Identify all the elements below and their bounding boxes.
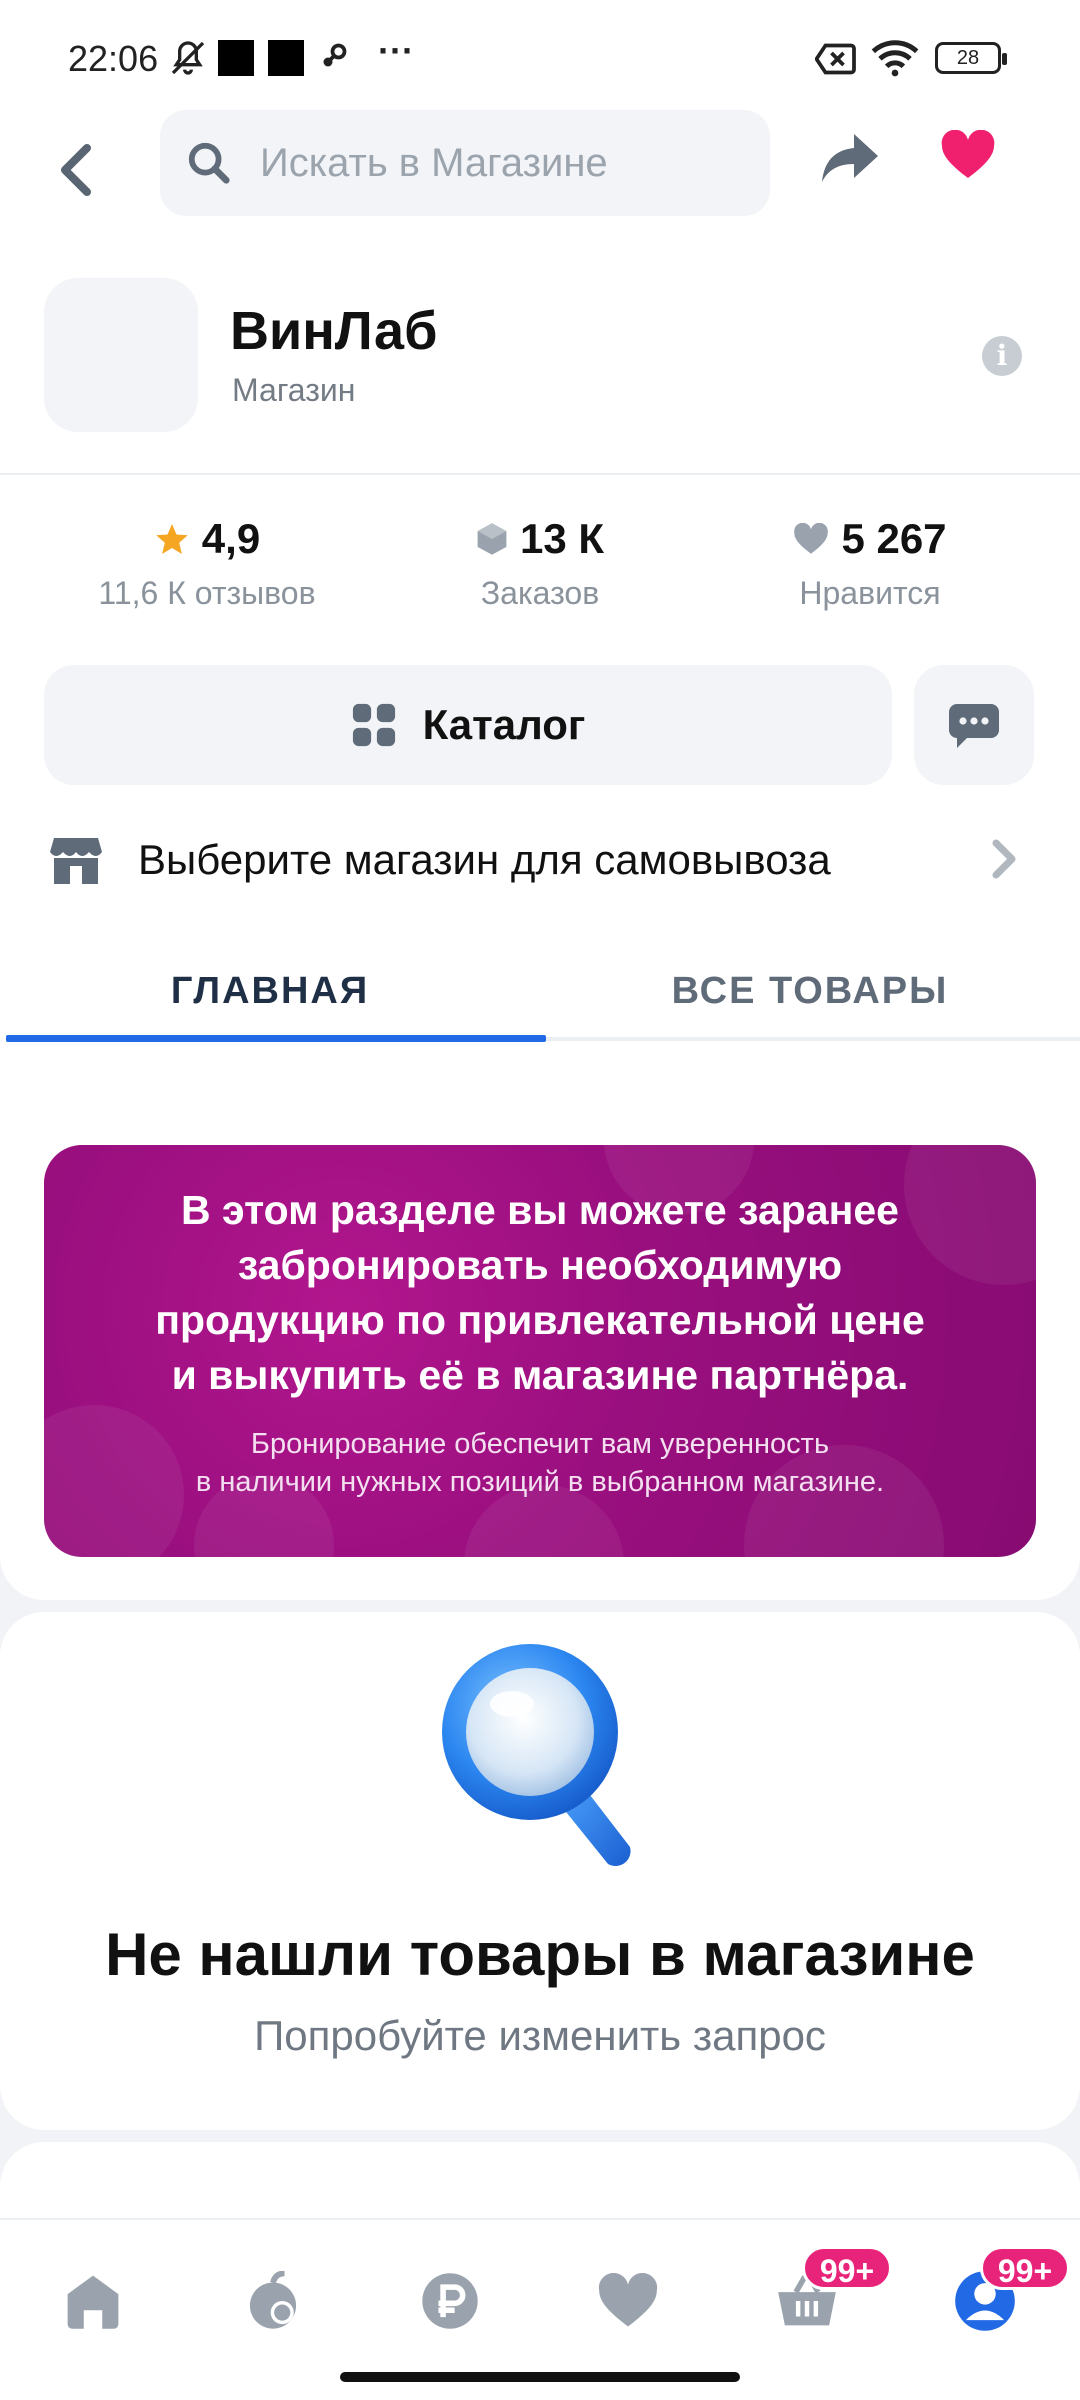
likes-label: Нравится [799,575,941,611]
empty-state-title: Не нашли товары в магазине [105,1921,975,1988]
empty-state: Не нашли товары в магазине Попробуйте из… [0,1612,1080,2130]
profile-badge: 99+ [980,2246,1070,2290]
favorite-button[interactable] [940,129,1010,200]
notification-square-icon [218,40,254,76]
wifi-icon [871,40,919,77]
heart-icon [794,523,829,554]
shop-logo [44,278,198,432]
back-button[interactable] [45,130,105,210]
empty-state-subtitle: Попробуйте изменить запрос [254,2012,826,2059]
home-indicator [340,2372,740,2382]
tab-main[interactable]: ГЛАВНАЯ [0,970,540,1013]
likes-value: 5 267 [841,515,947,562]
no-sim-icon [815,43,856,75]
catalog-label: Каталог [422,701,586,748]
home-icon [67,2275,119,2329]
shop-type: Магазин [232,372,356,408]
heart-icon [598,2273,658,2327]
main-section: В этом разделе вы можете заранее заброни… [0,1045,1080,1600]
nav-home[interactable] [48,2256,138,2346]
back-arrow-icon [61,144,91,196]
rating-value: 4,9 [201,515,261,562]
nav-catalog[interactable] [228,2256,318,2346]
orders-label: Заказов [480,575,600,611]
box-icon [477,523,507,555]
notification-square-icon [268,40,304,76]
rating-stat[interactable]: 4,9 11,6 К отзывов [42,515,372,612]
chat-icon [949,704,999,748]
chevron-right-icon [992,839,1016,879]
search-icon [184,138,234,188]
share-button[interactable] [820,130,890,200]
pickup-label: Выберите магазин для самовывоза [138,836,831,883]
ruble-icon [422,2273,478,2329]
catalog-button[interactable]: Каталог [44,665,892,785]
search-placeholder: Искать в Магазине [260,140,608,185]
share-icon [822,134,878,182]
grid-icon [352,703,395,747]
heart-icon [941,129,995,178]
banner-title: В этом разделе вы можете заранее заброни… [155,1187,925,1398]
header: Искать в Магазине [0,110,1080,250]
likes-stat: 5 267 Нравится [705,515,1035,612]
shop-stats: 4,9 11,6 К отзывов 13 К Заказов 5 267 Нр… [0,475,1080,665]
search-input[interactable]: Искать в Магазине [160,110,770,216]
promo-banner[interactable]: В этом разделе вы можете заранее заброни… [44,1145,1036,1557]
reviews-count: 11,6 К отзывов [98,575,316,611]
orders-stat: 13 К Заказов [375,515,705,612]
status-time: 22:06 [68,38,159,79]
star-icon [156,524,188,554]
tabs: ГЛАВНАЯ ВСЕ ТОВАРЫ [0,925,1080,1045]
magnifier-icon [442,1644,631,1867]
store-icon [50,838,102,884]
status-bar: 22:06 ··· 28 [0,0,1080,110]
cart-badge: 99+ [802,2246,892,2290]
nav-cart[interactable]: 99+ [762,2246,892,2346]
tab-active-indicator [6,1035,546,1042]
more-notifications-icon: ··· [378,30,414,71]
nav-payments[interactable] [405,2256,495,2346]
shop-name: ВинЛаб [230,301,438,361]
steam-icon [323,43,347,67]
bell-off-icon [171,41,205,75]
battery-icon: 28 [935,42,1007,74]
orders-value: 13 К [519,515,605,562]
info-icon[interactable]: i [982,336,1022,376]
tab-all-products[interactable]: ВСЕ ТОВАРЫ [540,970,1080,1013]
chat-button[interactable] [914,665,1034,785]
nav-favorites[interactable] [583,2256,673,2346]
shop-actions: Каталог [0,665,1080,795]
banner-subtitle: Бронирование обеспечит вам уверенность в… [195,1428,885,1498]
nav-profile[interactable]: 99+ [940,2246,1070,2346]
shop-card: ВинЛаб Магазин i [0,250,1080,475]
pickup-store-selector[interactable]: Выберите магазин для самовывоза [0,795,1080,925]
fruit-icon [249,2271,297,2329]
